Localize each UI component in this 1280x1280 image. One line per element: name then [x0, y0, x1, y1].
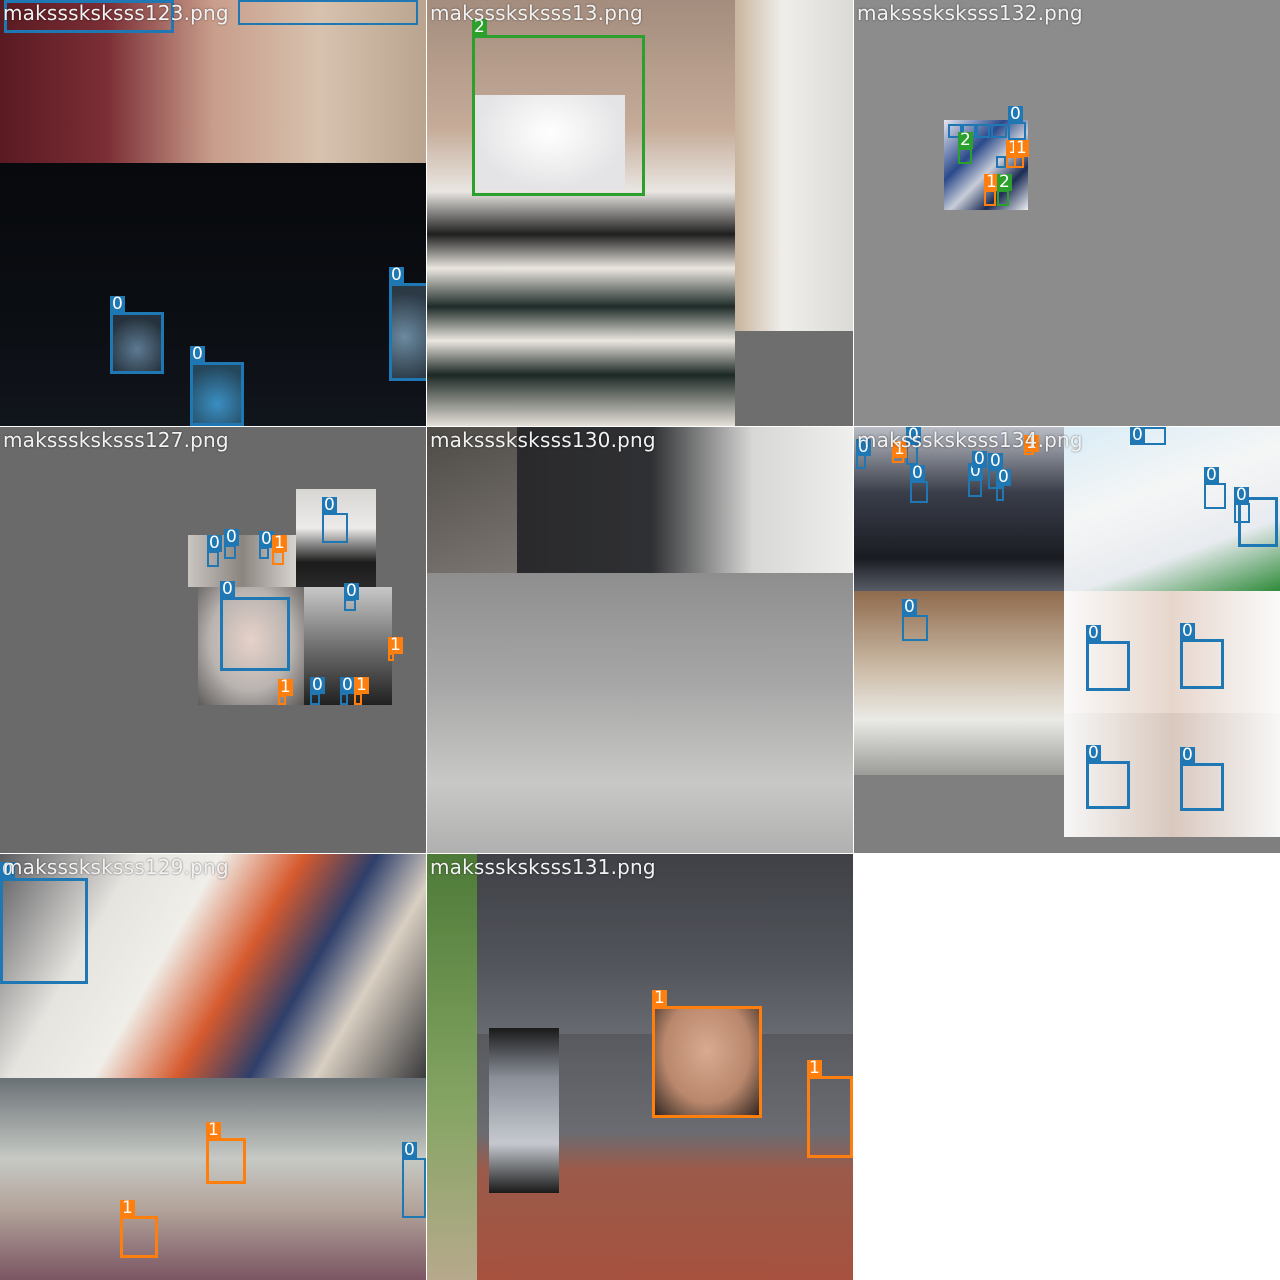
tile-title: maksssksksss132.png [857, 1, 1083, 25]
photo-region [735, 0, 853, 331]
detection-box [1086, 761, 1130, 809]
detection-label: 0 [1086, 623, 1101, 643]
detection-box [206, 1138, 246, 1184]
detection-label: 1 [388, 635, 403, 655]
detection-label: 0 [220, 579, 235, 599]
detection-label: 0 [996, 467, 1011, 487]
detection-label: 0 [340, 675, 355, 695]
detection-label: 0 [1204, 465, 1219, 485]
detection-box [220, 597, 290, 671]
detection-label: 0 [310, 675, 325, 695]
detection-label: 1 [206, 1120, 221, 1140]
photo-region [427, 573, 853, 853]
detection-box [996, 156, 1006, 168]
detection-label: 0 [1234, 485, 1249, 505]
tile-5: maksssksksss130.png [427, 427, 853, 853]
detection-box [1204, 483, 1226, 509]
detection-label: 1 [1014, 138, 1029, 158]
detection-label: 0 [207, 533, 222, 553]
tile-title: maksssksksss130.png [430, 428, 656, 452]
detection-box [996, 485, 1004, 501]
detection-box [958, 148, 972, 164]
detection-box [472, 35, 645, 196]
tile-2: 2 maksssksksss13.png [427, 0, 853, 426]
detection-box [224, 545, 236, 559]
detection-box [991, 124, 1007, 138]
detection-label: 0 [910, 463, 925, 483]
tile-title: maksssksksss123.png [3, 1, 229, 25]
detection-box [322, 513, 348, 543]
detection-box [272, 551, 284, 565]
detection-label: 0 [322, 495, 337, 515]
detection-box [1086, 641, 1130, 691]
detection-box [389, 283, 426, 381]
tile-title: maksssksksss127.png [3, 428, 229, 452]
tile-3: 021112 maksssksksss132.png [854, 0, 1280, 426]
detection-box [976, 124, 990, 138]
detection-label: 0 [402, 1140, 417, 1160]
detection-box [902, 615, 928, 641]
detection-label: 1 [272, 533, 287, 553]
tile-1: 0 0 0 maksssksksss123.png [0, 0, 426, 426]
detection-label: 0 [1008, 104, 1023, 124]
detection-box [1180, 763, 1224, 811]
tile-8: 1 1 maksssksksss131.png [427, 854, 853, 1280]
detection-label: 1 [652, 988, 667, 1008]
detection-box [910, 481, 928, 503]
tile-title: maksssksksss131.png [430, 855, 656, 879]
photo-region [735, 331, 853, 426]
detection-label: 0 [902, 597, 917, 617]
detection-label: 0 [1130, 427, 1145, 445]
detection-box [968, 479, 982, 497]
mosaic-grid: 000 maksssksksss123.png 2 maksssksksss13… [0, 0, 1280, 1280]
tile-title: maksssksksss13.png [430, 1, 643, 25]
tile-7: 0110 maksssksksss129.png [0, 854, 426, 1280]
detection-label: 0 [1180, 745, 1195, 765]
photo-region [489, 1028, 559, 1193]
detection-label: 1 [278, 677, 293, 697]
tile-9-empty [854, 854, 1280, 1280]
detection-box [190, 362, 244, 426]
photo-region [854, 591, 1064, 775]
detection-label: 2 [997, 172, 1012, 192]
detection-label: 0 [224, 527, 239, 547]
detection-box [402, 1158, 426, 1218]
detection-label: 0 [344, 581, 359, 601]
detection-label: 0 [389, 265, 404, 285]
detection-box [0, 878, 88, 984]
tile-4: 000010011001 maksssksksss127.png [0, 427, 426, 853]
detection-label: 0 [110, 294, 125, 314]
detection-box [1180, 639, 1224, 689]
detection-label: 0 [1180, 621, 1195, 641]
detection-label: 0 [972, 449, 987, 469]
detection-box [110, 312, 164, 374]
photo-region [427, 854, 477, 1280]
detection-label: 0 [190, 344, 205, 364]
detection-label: 1 [807, 1058, 822, 1078]
detection-box [238, 0, 418, 25]
tile-title: maksssksksss134.png [857, 428, 1083, 452]
detection-box [807, 1076, 853, 1158]
detection-box [120, 1216, 158, 1258]
tile-6: 01000000100000000 maksssksksss134.png [854, 427, 1280, 853]
tile-title: maksssksksss129.png [3, 855, 229, 879]
detection-label: 0 [1086, 743, 1101, 763]
detection-label: 1 [120, 1198, 135, 1218]
detection-box [207, 551, 219, 567]
detection-box [997, 190, 1009, 206]
detection-label: 2 [958, 130, 973, 150]
detection-box [984, 190, 996, 206]
detection-label: 1 [354, 675, 369, 695]
detection-box [652, 1006, 762, 1118]
